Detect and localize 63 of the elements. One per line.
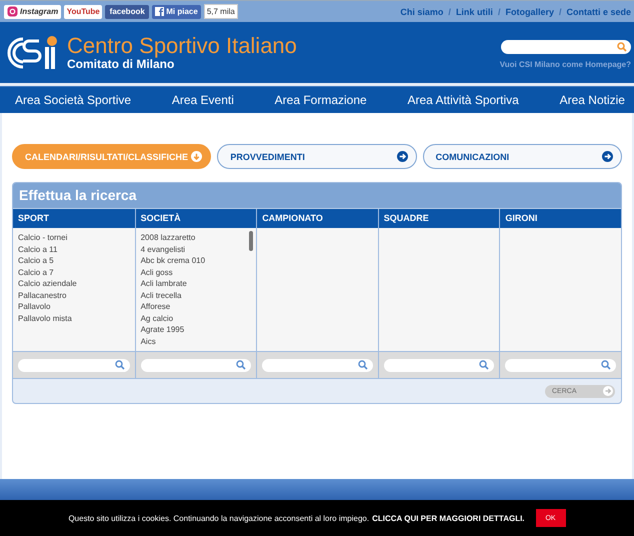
list-item[interactable]: Calcio a 11	[18, 244, 130, 255]
list-item[interactable]: Aics	[140, 336, 252, 347]
link-separator: /	[558, 6, 562, 16]
arrow-right-icon	[602, 151, 613, 162]
search-icon	[358, 360, 368, 370]
column-header: CAMPIONATO	[257, 209, 378, 228]
camera-icon	[7, 6, 18, 17]
list-item[interactable]: Pallacanestro	[18, 290, 130, 301]
list-item[interactable]: Pallavolo	[18, 301, 130, 312]
facebook-icon	[155, 7, 164, 16]
instagram-button[interactable]: Instagram	[4, 4, 62, 18]
column-header: GIRONI	[500, 209, 621, 228]
tab[interactable]: PROVVEDIMENTI	[217, 144, 417, 169]
list-item[interactable]: Calcio a 5	[18, 255, 130, 266]
like-count: 5,7 mila	[204, 4, 238, 19]
search-icon	[617, 42, 627, 52]
cookie-message: Questo sito utilizza i cookies. Continuando la navigazione acconsenti al loro impiego.	[68, 514, 370, 522]
site-title: Centro Sportivo Italiano	[67, 34, 297, 58]
list-item[interactable]: Calcio aziendale	[18, 278, 130, 290]
list-item[interactable]: Acli goss	[140, 266, 252, 278]
nav-item[interactable]: Area Attività Sportiva	[407, 93, 519, 107]
site-subtitle: Comitato di Milano	[67, 58, 174, 71]
nav-item[interactable]: Area Notizie	[560, 93, 625, 107]
arrow-down-icon	[191, 151, 202, 162]
list-item[interactable]: Ag calcio	[140, 312, 252, 324]
facebook-button[interactable]: facebook	[105, 4, 150, 18]
list-item[interactable]: 4 evangelisti	[140, 244, 252, 255]
search-icon	[479, 360, 490, 370]
arrow-right-icon	[396, 151, 408, 162]
list-item[interactable]: Afforese	[140, 301, 252, 312]
details-link[interactable]: CLICCA QUI PER MAGGIORI DETTAGLI.	[372, 514, 525, 522]
like-button[interactable]: Mi piace	[152, 4, 201, 18]
filter-field[interactable]	[505, 358, 616, 372]
arrow-right-icon	[603, 386, 613, 396]
filter-field[interactable]	[262, 358, 373, 372]
list-item[interactable]: Acli trecella	[140, 290, 252, 301]
link-separator: /	[498, 6, 500, 16]
list-item[interactable]: Agrate 1995	[140, 324, 252, 336]
filter-field[interactable]	[140, 358, 252, 372]
nav-item[interactable]: Area Formazione	[274, 93, 367, 107]
filter-field[interactable]	[18, 358, 130, 372]
logo-icon	[5, 34, 59, 70]
search-icon	[236, 360, 246, 370]
filter-field[interactable]	[384, 358, 494, 372]
list-item[interactable]: Acli lambrate	[140, 278, 252, 290]
list-item[interactable]: Pallavolo mista	[18, 312, 130, 324]
list-item[interactable]: Calcio - tornei	[18, 232, 130, 244]
column-header: SPORT	[13, 209, 135, 228]
column-header: SQUADRE	[378, 209, 500, 228]
tab[interactable]: COMUNICAZIONI	[422, 144, 622, 169]
list-item[interactable]: 2008 lazzaretto	[140, 232, 252, 244]
list-item[interactable]: Calcio a 7	[18, 266, 130, 278]
search-icon	[600, 360, 611, 370]
nav-item[interactable]: Area Eventi	[172, 93, 234, 107]
youtube-button[interactable]: YouTube	[64, 4, 102, 18]
scrollbar-thumb[interactable]	[249, 231, 254, 251]
search-field[interactable]	[501, 40, 631, 54]
search-icon	[114, 360, 125, 370]
panel-title: Effettua la ricerca	[13, 183, 621, 208]
nav-item[interactable]: Area Società Sportive	[15, 93, 132, 107]
link-separator: /	[448, 6, 451, 16]
column-header: SOCIETÀ	[136, 209, 256, 228]
list-item[interactable]: Abc bk crema 010	[140, 255, 252, 266]
